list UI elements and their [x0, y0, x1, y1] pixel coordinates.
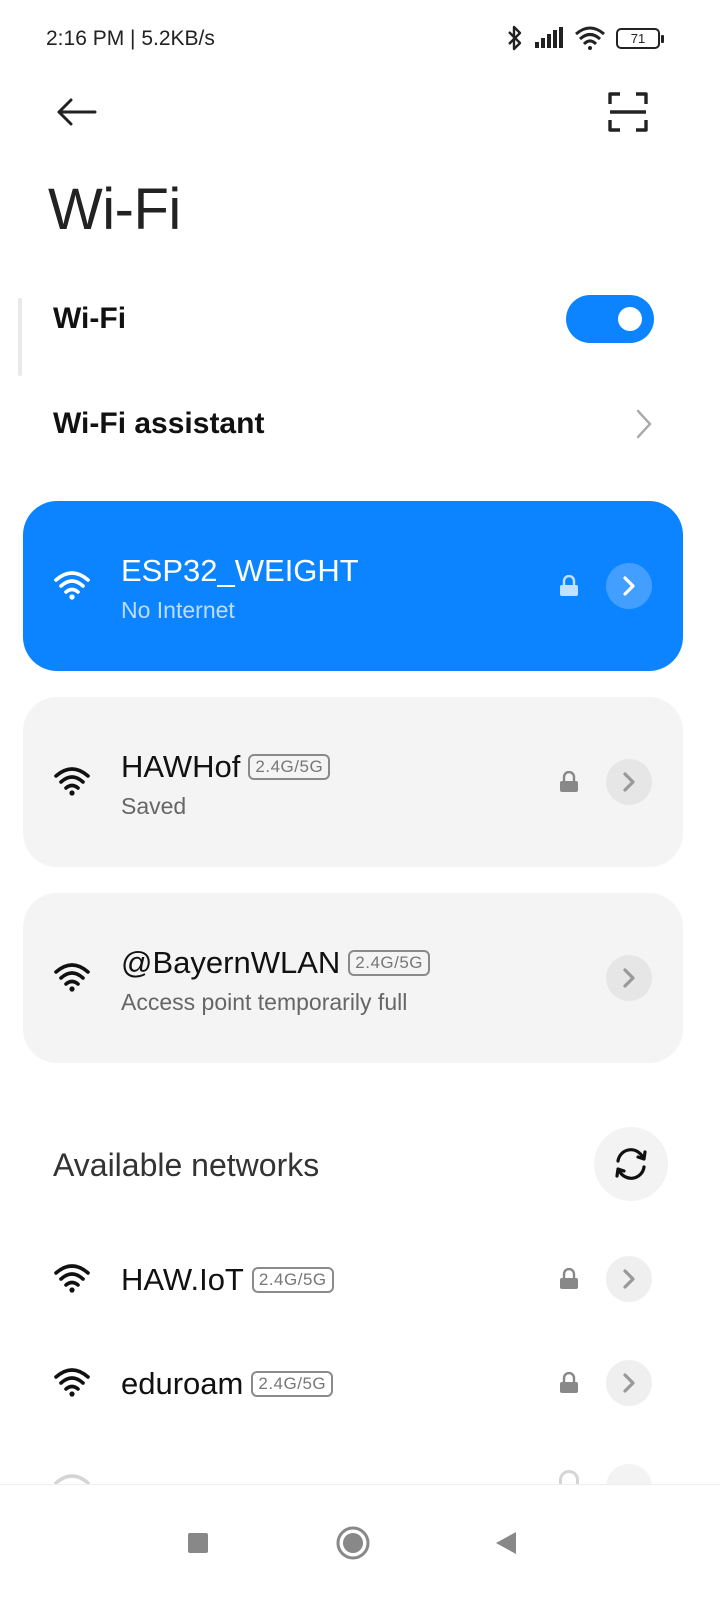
- lock-icon: [560, 1372, 578, 1393]
- network-details-button[interactable]: [606, 955, 652, 1001]
- back-nav-button[interactable]: [486, 1523, 526, 1563]
- page-title: Wi-Fi: [48, 177, 181, 242]
- band-badge: 2.4G/5G: [251, 1371, 334, 1397]
- triangle-back-icon: [496, 1532, 516, 1554]
- network-name-text: eduroam: [121, 1366, 244, 1401]
- chevron-right-icon: [636, 409, 652, 439]
- wifi-signal-icon: [54, 1368, 90, 1397]
- wifi-signal-icon: [54, 1264, 90, 1293]
- refresh-icon: [615, 1148, 647, 1180]
- band-badge: 2.4G/5G: [348, 950, 431, 976]
- network-status: No Internet: [121, 597, 235, 623]
- network-name: eduroam 2.4G/5G: [121, 1366, 334, 1402]
- status-time: 2:16 PM | 5.2KB/s: [46, 27, 215, 50]
- status-bar: 2:16 PM | 5.2KB/s 71: [0, 0, 720, 80]
- lock-icon: [560, 575, 578, 596]
- status-icons: 71: [506, 24, 664, 52]
- network-details-button: [606, 1464, 652, 1484]
- network-name: HAW.IoT 2.4G/5G: [121, 1262, 334, 1298]
- wifi-signal-icon: [54, 571, 90, 600]
- bluetooth-icon: [508, 25, 522, 51]
- wifi-signal-icon: [54, 963, 90, 992]
- toggle-knob: [618, 307, 642, 331]
- network-details-button[interactable]: [606, 759, 652, 805]
- band-badge: 2.4G/5G: [248, 754, 331, 780]
- circle-home-icon: [336, 1526, 370, 1560]
- network-card-bayernwlan[interactable]: @BayernWLAN 2.4G/5G Access point tempora…: [23, 893, 683, 1063]
- network-card-hawhof[interactable]: HAWHof 2.4G/5G Saved: [23, 697, 683, 867]
- chevron-right-icon: [623, 1269, 635, 1289]
- network-status: Saved: [121, 793, 187, 819]
- network-name: @BayernWLAN 2.4G/5G: [121, 945, 431, 981]
- chevron-right-icon: [623, 968, 635, 988]
- wifi-toggle-switch[interactable]: [566, 295, 654, 343]
- back-button[interactable]: [52, 88, 100, 136]
- band-badge: 2.4G/5G: [251, 1267, 334, 1293]
- wifi-assistant-row[interactable]: Wi-Fi assistant: [0, 385, 720, 465]
- system-navigation-bar: [0, 1484, 720, 1600]
- network-name: HAWHof 2.4G/5G: [121, 749, 331, 785]
- network-name-text: ESP32_WEIGHT: [121, 553, 359, 588]
- network-name: ESP32_WEIGHT: [121, 553, 359, 589]
- chevron-right-icon: [623, 1373, 635, 1393]
- signal-icon: [535, 27, 563, 48]
- home-button[interactable]: [333, 1523, 373, 1563]
- available-network-eduroam[interactable]: eduroam 2.4G/5G: [0, 1334, 720, 1434]
- lock-icon: [559, 1470, 579, 1484]
- wifi-status-icon: [575, 26, 605, 50]
- network-details-button[interactable]: [606, 1256, 652, 1302]
- battery-level: 71: [630, 30, 646, 46]
- scan-button[interactable]: [604, 88, 652, 136]
- network-details-button[interactable]: [606, 1360, 652, 1406]
- square-recents-icon: [188, 1533, 208, 1553]
- available-networks-title: Available networks: [53, 1147, 320, 1183]
- network-name-text: HAW.IoT: [121, 1262, 244, 1297]
- lock-icon: [560, 1268, 578, 1289]
- chevron-right-icon: [623, 772, 635, 792]
- wifi-signal-icon: [54, 767, 90, 796]
- available-network-haw-iot[interactable]: HAW.IoT 2.4G/5G: [0, 1230, 720, 1330]
- network-status: Access point temporarily full: [121, 989, 408, 1015]
- network-details-button[interactable]: [606, 563, 652, 609]
- network-name-text: @BayernWLAN: [121, 945, 341, 980]
- back-arrow-icon: [57, 98, 97, 126]
- wifi-toggle-label: Wi-Fi: [53, 302, 127, 335]
- wifi-assistant-label: Wi-Fi assistant: [53, 407, 265, 440]
- partially-visible-network-row: [0, 1462, 720, 1484]
- lock-icon: [560, 771, 578, 792]
- network-name-text: HAWHof: [121, 749, 241, 784]
- recents-button[interactable]: [178, 1523, 218, 1563]
- battery-icon: 71: [616, 27, 664, 49]
- wifi-signal-icon: [54, 1474, 90, 1484]
- chevron-right-icon: [623, 576, 635, 596]
- scan-qr-icon: [608, 92, 648, 132]
- refresh-button[interactable]: [594, 1127, 668, 1201]
- network-card-esp32-weight[interactable]: ESP32_WEIGHT No Internet: [23, 501, 683, 671]
